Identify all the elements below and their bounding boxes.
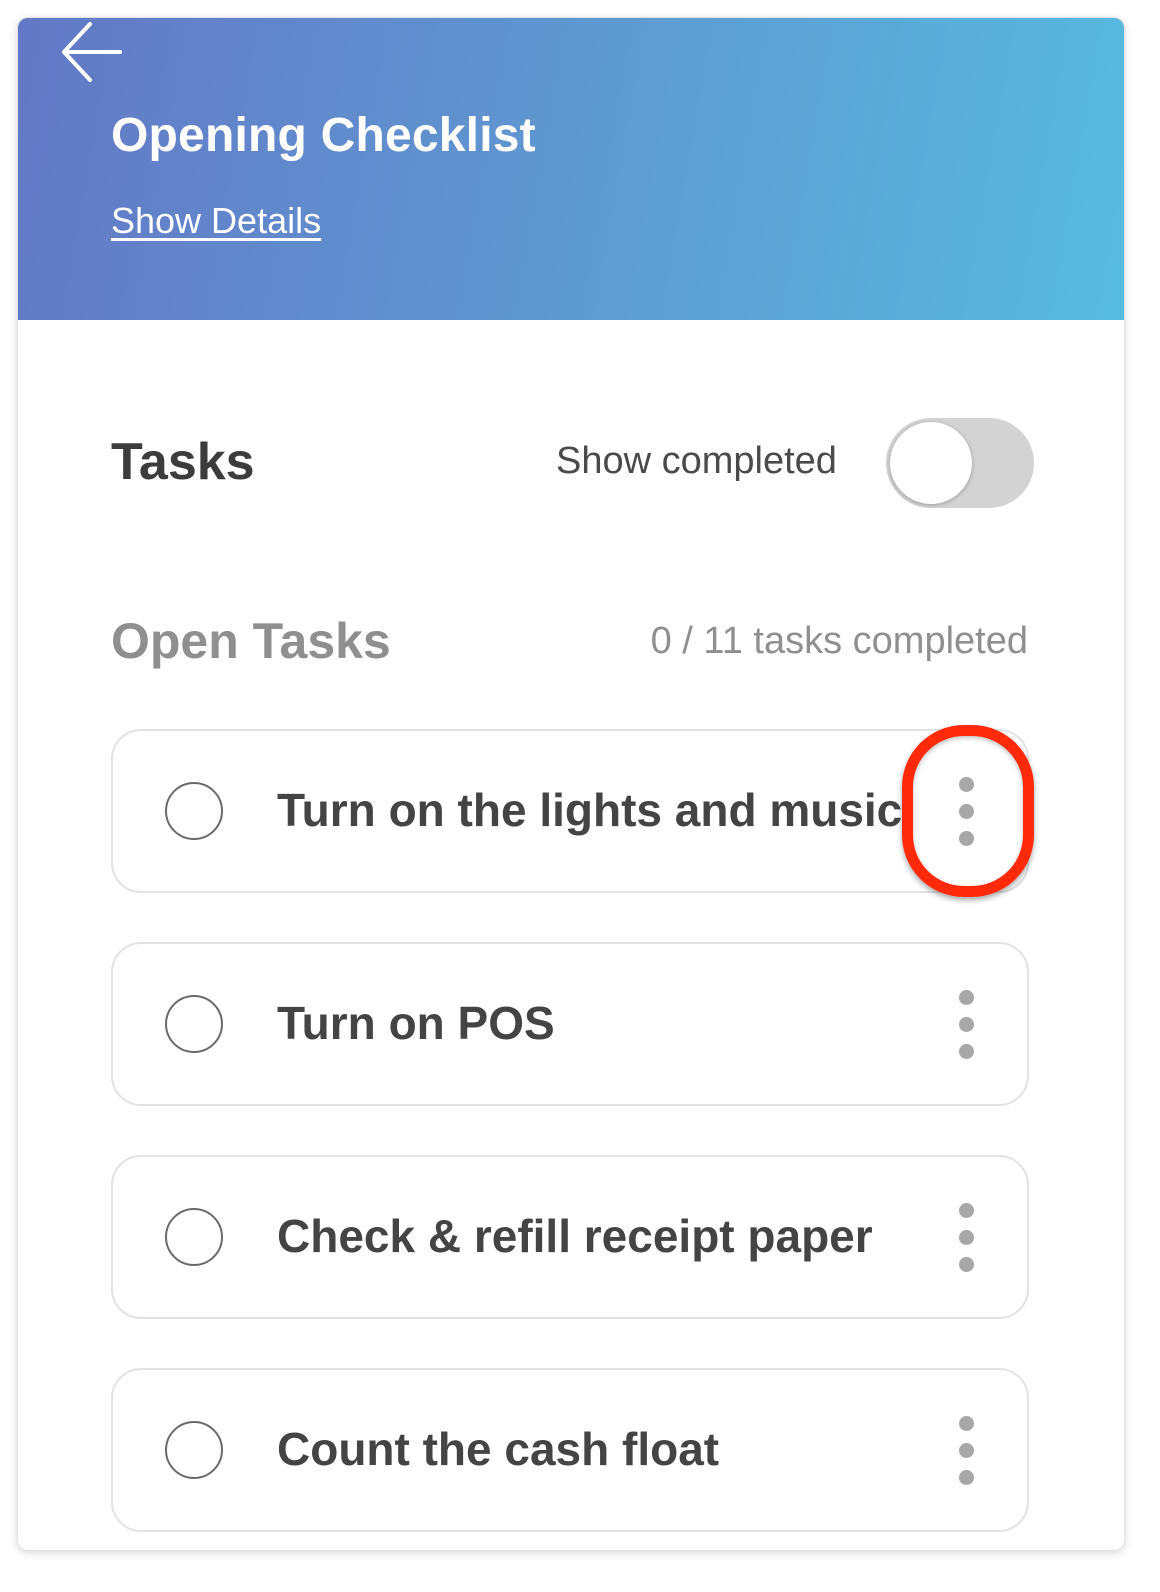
more-options-button[interactable] <box>939 1187 993 1287</box>
checklist-header: Opening Checklist Show Details <box>18 18 1124 320</box>
page-title: Opening Checklist <box>111 109 536 162</box>
tasks-progress: 0 / 11 tasks completed <box>650 620 1028 662</box>
task-item: Count the cash float <box>111 1368 1029 1532</box>
task-item: Turn on POS <box>111 942 1029 1106</box>
more-options-button[interactable] <box>939 761 993 861</box>
task-label: Count the cash float <box>277 1423 720 1475</box>
show-completed-label: Show completed <box>556 440 837 482</box>
back-button[interactable] <box>56 20 126 84</box>
tasks-heading: Tasks <box>111 433 255 491</box>
task-checkbox[interactable] <box>165 1208 223 1266</box>
checklist-screen: Opening Checklist Show Details Tasks Sho… <box>18 18 1124 1550</box>
task-item: Turn on the lights and music <box>111 729 1029 893</box>
more-options-button[interactable] <box>939 974 993 1074</box>
task-list: Turn on the lights and music Turn on POS… <box>111 729 1029 1550</box>
task-label: Turn on POS <box>277 997 555 1049</box>
show-details-link[interactable]: Show Details <box>111 200 321 242</box>
toggle-knob <box>890 422 972 504</box>
show-completed-toggle[interactable] <box>886 418 1034 508</box>
task-label: Check & refill receipt paper <box>277 1210 873 1262</box>
task-label: Turn on the lights and music <box>277 784 903 836</box>
task-checkbox[interactable] <box>165 995 223 1053</box>
task-item: Check & refill receipt paper <box>111 1155 1029 1319</box>
open-tasks-title: Open Tasks <box>111 613 391 669</box>
task-checkbox[interactable] <box>165 1421 223 1479</box>
more-options-button[interactable] <box>939 1400 993 1500</box>
task-checkbox[interactable] <box>165 782 223 840</box>
arrow-left-icon <box>62 22 122 82</box>
